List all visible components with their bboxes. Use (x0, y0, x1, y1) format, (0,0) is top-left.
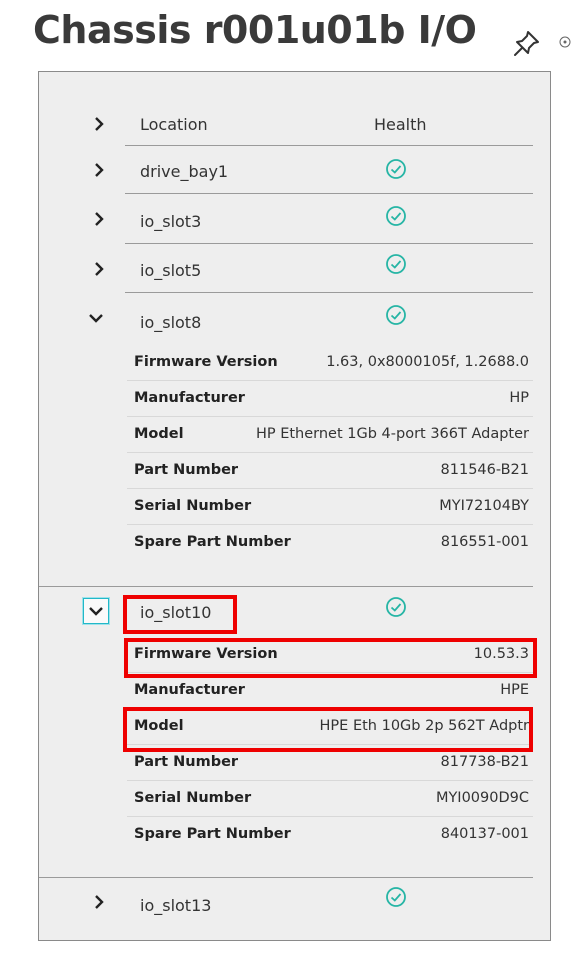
io-table-panel: Location Health drive_bay1 io_slot3 io_s (38, 71, 551, 941)
detail-row: Spare Part Number 816551-001 (127, 525, 533, 561)
detail-label: Spare Part Number (134, 826, 291, 842)
detail-value: 816551-001 (440, 534, 529, 550)
detail-label: Serial Number (134, 498, 252, 514)
health-ok-icon (386, 159, 406, 179)
chevron-right-icon[interactable] (91, 116, 107, 132)
health-ok-icon (386, 254, 406, 274)
detail-label: Part Number (134, 462, 239, 478)
detail-value: HPE (500, 682, 529, 698)
detail-row: Manufacturer HPE (127, 673, 533, 709)
detail-label: Manufacturer (134, 682, 245, 698)
table-row[interactable]: drive_bay1 (39, 146, 550, 194)
table-row[interactable]: io_slot3 (39, 194, 550, 244)
detail-value: HP (509, 390, 529, 406)
column-header-health[interactable]: Health (374, 115, 427, 134)
table-row-expanded[interactable]: io_slot10 (39, 587, 550, 637)
highlight-box-model (123, 707, 533, 752)
chevron-right-icon[interactable] (91, 261, 107, 277)
detail-row: Manufacturer HP (127, 381, 533, 417)
detail-label: Serial Number (134, 790, 252, 806)
table-header: Location Health (39, 102, 550, 146)
chevron-down-icon[interactable] (88, 310, 104, 326)
expand-toggle-focused[interactable] (83, 598, 109, 624)
detail-label: Part Number (134, 754, 239, 770)
detail-value: 1.63, 0x8000105f, 1.2688.0 (326, 354, 529, 370)
detail-label: Model (134, 426, 184, 442)
row-location: io_slot8 (140, 313, 202, 332)
detail-label: Manufacturer (134, 390, 245, 406)
detail-row: Spare Part Number 840137-001 (127, 817, 533, 853)
detail-value: MYI72104BY (439, 498, 529, 514)
chevron-right-icon[interactable] (91, 211, 107, 227)
info-icon[interactable] (559, 36, 571, 48)
chevron-right-icon[interactable] (91, 894, 107, 910)
health-ok-icon (386, 887, 406, 907)
page-title: Chassis r001u01b I/O (33, 8, 477, 52)
detail-row: Part Number 811546-B21 (127, 453, 533, 489)
detail-row: Model HP Ethernet 1Gb 4-port 366T Adapte… (127, 417, 533, 453)
detail-row: Serial Number MYI72104BY (127, 489, 533, 525)
pin-icon[interactable] (512, 28, 542, 58)
chevron-right-icon[interactable] (91, 162, 107, 178)
detail-value: 811546-B21 (440, 462, 529, 478)
row-location: io_slot13 (140, 896, 212, 915)
health-ok-icon (386, 597, 406, 617)
table-row-expanded[interactable]: io_slot8 (39, 293, 550, 343)
row-location: drive_bay1 (140, 162, 229, 181)
highlight-box-io-slot10 (123, 595, 237, 634)
detail-value: 840137-001 (440, 826, 529, 842)
detail-row: Serial Number MYI0090D9C (127, 781, 533, 817)
detail-label: Firmware Version (134, 354, 278, 370)
row-location: io_slot5 (140, 261, 202, 280)
detail-value: HP Ethernet 1Gb 4-port 366T Adapter (255, 426, 529, 442)
column-header-location[interactable]: Location (140, 115, 208, 134)
table-row[interactable]: io_slot5 (39, 244, 550, 293)
table-row[interactable]: io_slot13 (39, 878, 550, 928)
highlight-box-firmware-version (124, 638, 537, 678)
detail-row: Firmware Version 1.63, 0x8000105f, 1.268… (127, 345, 533, 381)
chevron-down-icon[interactable] (88, 603, 104, 619)
health-ok-icon (386, 305, 406, 325)
health-ok-icon (386, 206, 406, 226)
detail-value: 817738-B21 (440, 754, 529, 770)
detail-value: MYI0090D9C (435, 790, 529, 806)
detail-label: Spare Part Number (134, 534, 291, 550)
row-location: io_slot3 (140, 212, 202, 231)
